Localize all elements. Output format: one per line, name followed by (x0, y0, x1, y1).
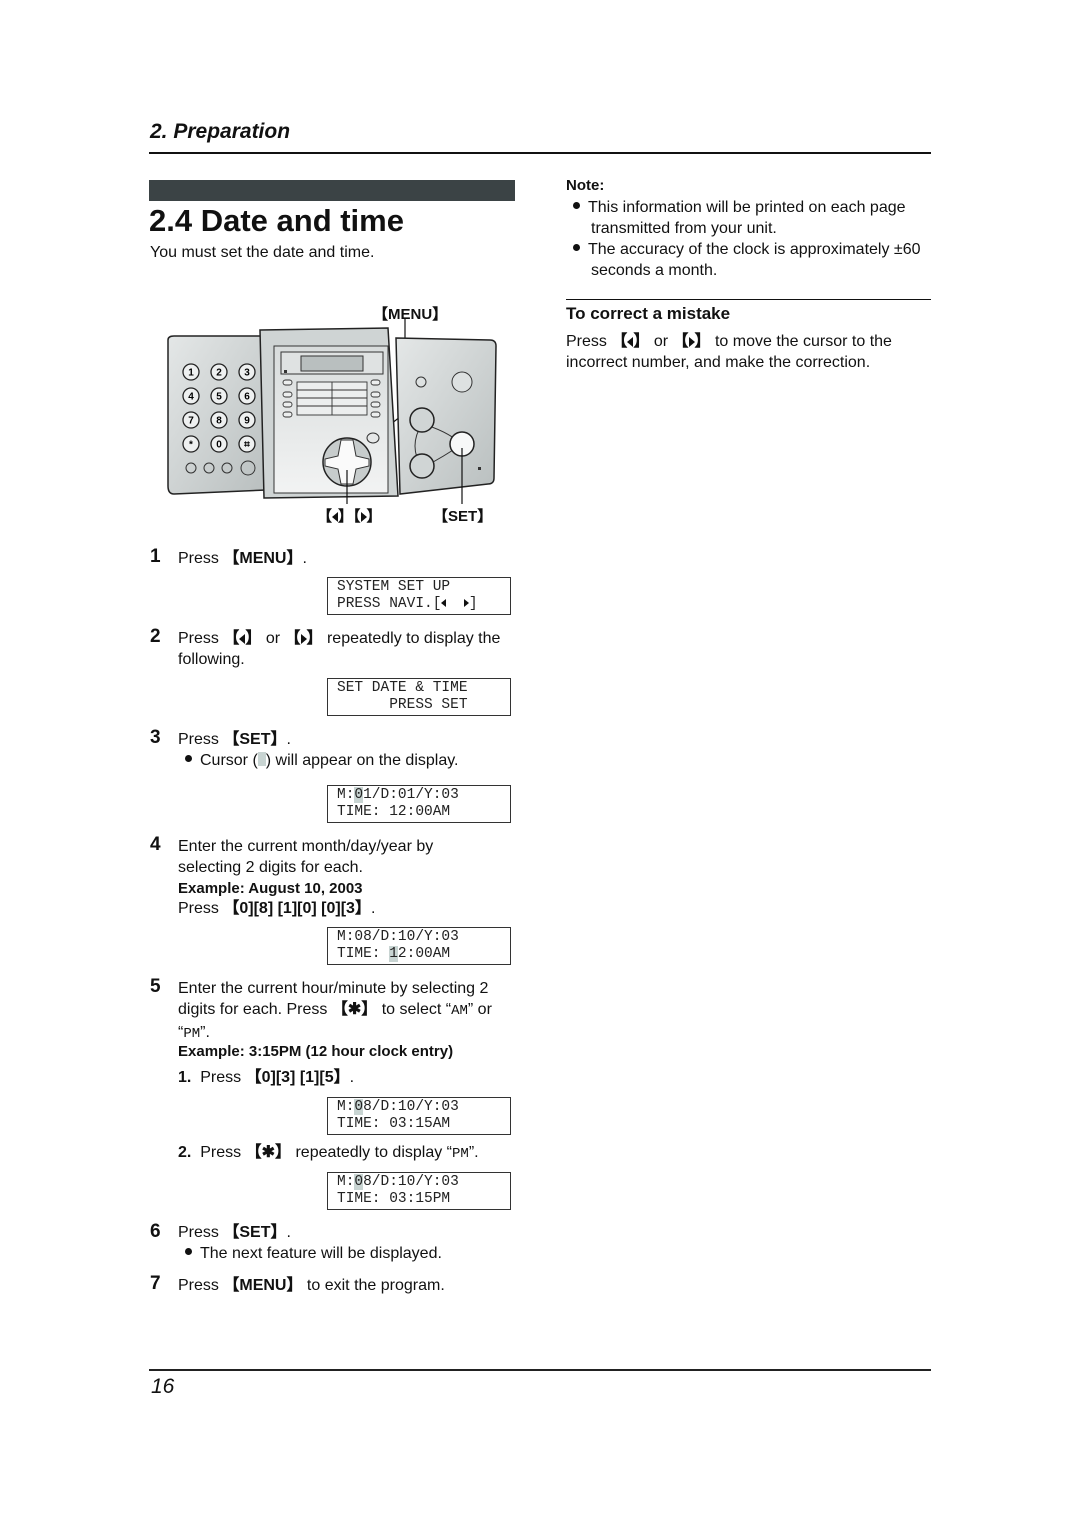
step-1-number: 1 (150, 546, 161, 567)
step-5-text: Enter the current hour/minute by selecti… (178, 980, 492, 1042)
keypad-key-label: 9 (244, 416, 250, 427)
section-divider (566, 299, 931, 300)
right-arrow-icon (463, 599, 469, 608)
one-touch-grid (296, 381, 368, 416)
step-6-number: 6 (150, 1221, 161, 1242)
display-date-entered: M:08/D:10/Y:03 TIME: 12:00AM (327, 927, 511, 965)
title-bar (149, 180, 515, 201)
star-key-icon: ✱ (347, 1001, 362, 1018)
step-3-text: Press 【SET】. (178, 731, 291, 748)
correct-mistake-text: Press 【】 or 【】 to move the cursor to the… (566, 333, 892, 371)
page-title: 2.4 Date and time (149, 203, 404, 238)
fax-panel-illustration: 1 2 3 4 5 6 7 8 9 * 0 ⌗ (167, 318, 497, 504)
display-date-initial: M:01/D:01/Y:03 TIME: 12:00AM (327, 785, 511, 823)
keypad-key-label: 6 (244, 392, 250, 403)
display-set-date-time: SET DATE & TIME PRESS SET (327, 678, 511, 716)
intro-text: You must set the date and time. (150, 244, 375, 261)
step-1-text: Press 【MENU】. (178, 550, 307, 567)
callout-set-label: SET (448, 508, 478, 525)
bullet-icon (185, 755, 192, 763)
keypad-key-label: 8 (216, 416, 222, 427)
note-label: Note: (566, 177, 605, 194)
keypad-key-label: 7 (188, 416, 194, 427)
cursor-icon (257, 751, 266, 766)
section-header: 2. Preparation (150, 120, 291, 143)
keypad-key-label: * (189, 440, 193, 451)
note-item: This information will be printed on each… (573, 197, 951, 239)
star-key-icon: ✱ (261, 1144, 275, 1161)
left-arrow-icon (441, 599, 447, 608)
step-2-text: Press 【】 or 【】 repeatedly to display the… (178, 630, 501, 668)
step-4-number: 4 (150, 834, 161, 855)
right-arrow-icon (360, 512, 367, 523)
right-arrow-icon (300, 633, 307, 644)
menu-button (366, 432, 380, 444)
bullet-icon (185, 1248, 192, 1256)
step-4-example: Example: August 10, 2003 (178, 880, 363, 897)
step-4-press: Press 【0][8] [1][0] [0][3】. (178, 900, 376, 917)
callout-set: 【SET】 (433, 508, 493, 525)
keypad-key-label: 4 (188, 392, 194, 403)
display-time-pm: M:08/D:10/Y:03 TIME: 03:15PM (327, 1172, 511, 1210)
step-5-sub-1: 1. Press 【0][3] [1][5】. (178, 1069, 355, 1086)
keypad-key-label: 0 (216, 440, 222, 451)
display-system-setup: SYSTEM SET UP PRESS NAVI.[ ] (327, 577, 511, 615)
keypad-key-label: 3 (244, 368, 250, 379)
callout-navi: 【】【】 (317, 508, 382, 525)
footer-rule (149, 1369, 931, 1371)
correct-mistake-heading: To correct a mistake (566, 304, 731, 323)
left-arrow-icon (332, 512, 339, 523)
step-2-number: 2 (150, 626, 161, 647)
step-7-number: 7 (150, 1273, 161, 1294)
bullet-icon (573, 244, 580, 252)
note-item: The accuracy of the clock is approximate… (573, 239, 936, 281)
display-time-am: M:08/D:10/Y:03 TIME: 03:15AM (327, 1097, 511, 1135)
keypad-key-label: 2 (216, 368, 222, 379)
step-5-example: Example: 3:15PM (12 hour clock entry) (178, 1043, 454, 1060)
keypad-key-label: ⌗ (243, 440, 250, 451)
bullet-icon (573, 202, 580, 210)
step-4-text: Enter the current month/day/year by selec… (178, 838, 434, 876)
step-3-number: 3 (150, 727, 161, 748)
keypad-key-label: 1 (188, 368, 194, 379)
lcd-screen (300, 355, 364, 372)
step-3-bullet: Cursor () will appear on the display. (185, 750, 458, 771)
step-6-bullet: The next feature will be displayed. (185, 1243, 442, 1264)
header-rule (149, 152, 931, 154)
right-arrow-icon (688, 336, 695, 347)
step-7-text: Press 【MENU】 to exit the program. (178, 1277, 445, 1294)
step-5-sub-2: 2. Press 【✱】 repeatedly to display “PM”. (178, 1144, 479, 1162)
left-arrow-icon (627, 336, 634, 347)
step-6-text: Press 【SET】. (178, 1224, 291, 1241)
keypad-key-label: 5 (216, 392, 222, 403)
left-arrow-icon (239, 633, 246, 644)
page-number: 16 (151, 1375, 175, 1398)
step-5-number: 5 (150, 976, 161, 997)
